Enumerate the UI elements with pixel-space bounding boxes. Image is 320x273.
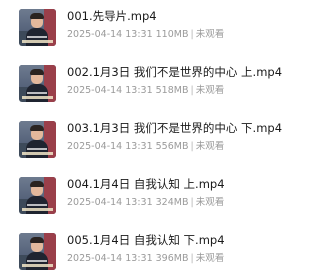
meta-separator: | [190, 141, 194, 152]
meta-separator: | [190, 29, 194, 40]
video-thumbnail[interactable] [19, 9, 56, 46]
file-size: 396MB [155, 253, 189, 264]
video-thumbnail[interactable] [19, 233, 56, 270]
file-list-item[interactable]: 001.先导片.mp4 2025-04-14 13:31 110MB | 未观看 [0, 9, 300, 49]
file-meta: 2025-04-14 13:31 518MB | 未观看 [67, 85, 224, 97]
video-thumbnail[interactable] [19, 121, 56, 158]
file-date: 2025-04-14 13:31 [67, 197, 153, 208]
file-meta: 2025-04-14 13:31 110MB | 未观看 [67, 29, 224, 41]
file-date: 2025-04-14 13:31 [67, 29, 153, 40]
file-size: 518MB [155, 85, 189, 96]
meta-separator: | [190, 85, 194, 96]
file-meta: 2025-04-14 13:31 324MB | 未观看 [67, 197, 224, 209]
file-size: 110MB [155, 29, 189, 40]
watch-status: 未观看 [195, 141, 225, 152]
video-thumbnail[interactable] [19, 177, 56, 214]
file-meta: 2025-04-14 13:31 396MB | 未观看 [67, 253, 224, 265]
file-size: 324MB [155, 197, 189, 208]
watch-status: 未观看 [195, 85, 225, 96]
file-name: 002.1月3日 我们不是世界的中心 上.mp4 [67, 65, 283, 79]
file-date: 2025-04-14 13:31 [67, 253, 153, 264]
file-list-item[interactable]: 002.1月3日 我们不是世界的中心 上.mp4 2025-04-14 13:3… [0, 65, 300, 105]
file-size: 556MB [155, 141, 189, 152]
file-name: 005.1月4日 自我认知 下.mp4 [67, 233, 225, 247]
watch-status: 未观看 [195, 253, 225, 264]
meta-separator: | [190, 197, 194, 208]
file-list-item[interactable]: 003.1月3日 我们不是世界的中心 下.mp4 2025-04-14 13:3… [0, 121, 300, 161]
file-meta: 2025-04-14 13:31 556MB | 未观看 [67, 141, 224, 153]
watch-status: 未观看 [195, 197, 225, 208]
file-list-item[interactable]: 004.1月4日 自我认知 上.mp4 2025-04-14 13:31 324… [0, 177, 300, 217]
file-name: 001.先导片.mp4 [67, 9, 157, 23]
video-thumbnail[interactable] [19, 65, 56, 102]
meta-separator: | [190, 253, 194, 264]
file-date: 2025-04-14 13:31 [67, 141, 153, 152]
watch-status: 未观看 [195, 29, 225, 40]
file-date: 2025-04-14 13:31 [67, 85, 153, 96]
file-name: 004.1月4日 自我认知 上.mp4 [67, 177, 225, 191]
file-list-item[interactable]: 005.1月4日 自我认知 下.mp4 2025-04-14 13:31 396… [0, 233, 300, 273]
file-name: 003.1月3日 我们不是世界的中心 下.mp4 [67, 121, 283, 135]
